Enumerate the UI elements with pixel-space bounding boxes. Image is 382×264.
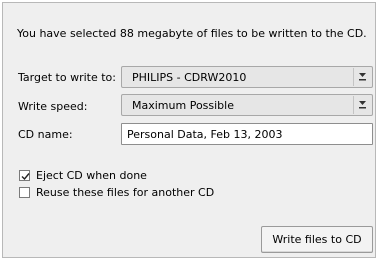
write-cd-dialog: You have selected 88 megabyte of files t… bbox=[2, 2, 376, 258]
chevron-down-icon[interactable] bbox=[353, 96, 371, 114]
reuse-option[interactable]: Reuse these files for another CD bbox=[19, 186, 214, 199]
chevron-down-icon[interactable] bbox=[353, 68, 371, 86]
speed-label: Write speed: bbox=[18, 100, 88, 113]
eject-label: Eject CD when done bbox=[36, 169, 147, 182]
eject-option[interactable]: Eject CD when done bbox=[19, 169, 147, 182]
target-value: PHILIPS - CDRW2010 bbox=[132, 71, 247, 84]
reuse-label: Reuse these files for another CD bbox=[36, 186, 215, 199]
target-label: Target to write to: bbox=[18, 71, 116, 84]
speed-dropdown[interactable]: Maximum Possible bbox=[121, 94, 373, 116]
cd-name-field[interactable]: Personal Data, Feb 13, 2003 bbox=[121, 123, 373, 145]
checkmark-icon bbox=[21, 173, 30, 181]
target-dropdown[interactable]: PHILIPS - CDRW2010 bbox=[121, 66, 373, 88]
speed-value: Maximum Possible bbox=[132, 99, 234, 112]
selection-summary: You have selected 88 megabyte of files t… bbox=[17, 27, 367, 40]
eject-checkbox[interactable] bbox=[19, 170, 30, 181]
reuse-checkbox[interactable] bbox=[19, 187, 30, 198]
write-files-button[interactable]: Write files to CD bbox=[261, 226, 373, 253]
cd-name-value: Personal Data, Feb 13, 2003 bbox=[127, 128, 283, 141]
cd-name-label: CD name: bbox=[18, 128, 73, 141]
